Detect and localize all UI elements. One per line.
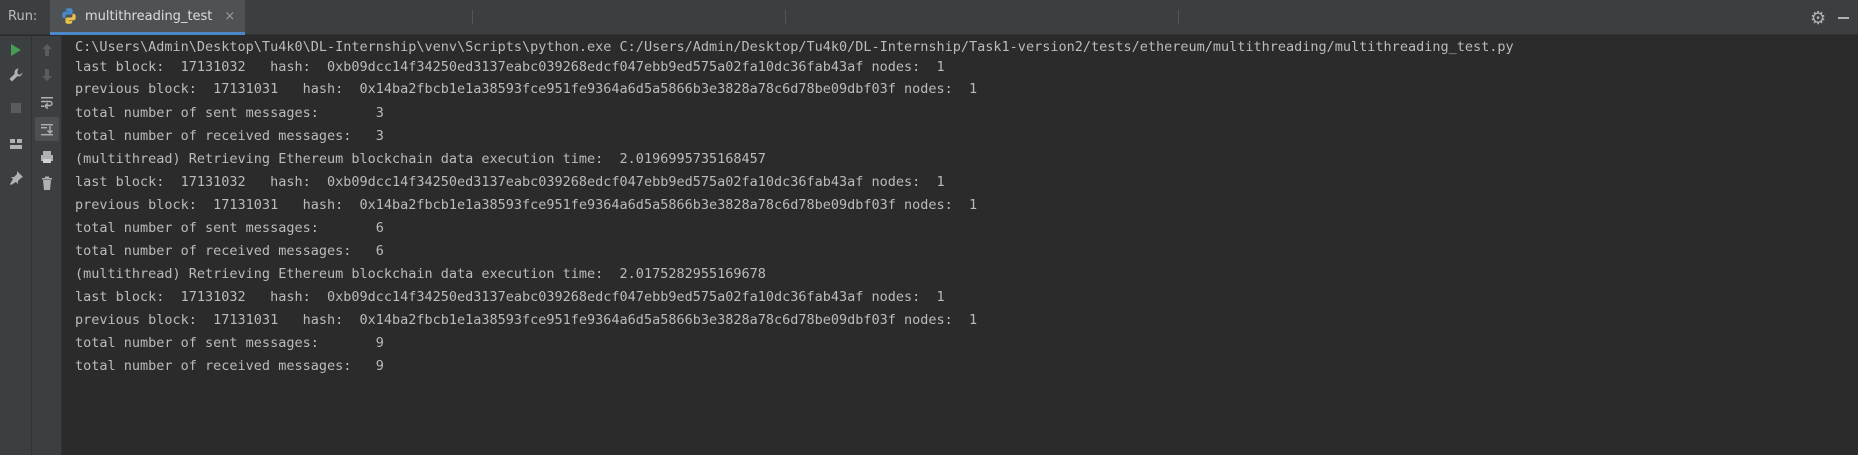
console-line: last block: 17131032 hash: 0xb09dcc14f34… [75,289,945,305]
console-line: total number of received messages: 3 [75,128,384,144]
console-line: total number of received messages: 6 [75,243,384,259]
run-label: Run: [8,9,38,24]
console-line: total number of sent messages: 6 [75,220,384,236]
console-output[interactable]: C:\Users\Admin\Desktop\Tu4k0\DL-Internsh… [63,36,1858,455]
console-line: (multithread) Retrieving Ethereum blockc… [75,151,766,167]
gear-icon[interactable]: ⚙ [1810,8,1826,29]
soft-wrap-icon[interactable] [35,90,59,114]
stop-icon[interactable] [4,96,28,120]
settings-wrench-icon[interactable] [4,63,28,87]
python-icon [62,8,76,24]
divider [1178,10,1179,24]
trash-icon[interactable] [35,171,59,195]
run-toolbar-left [0,36,32,455]
divider [785,10,786,24]
console-line: previous block: 17131031 hash: 0x14ba2fb… [75,197,978,213]
tab-label: multithreading_test [85,8,213,24]
console-line: previous block: 17131031 hash: 0x14ba2fb… [75,312,978,328]
close-icon[interactable]: × [224,9,235,24]
console-line: last block: 17131032 hash: 0xb09dcc14f34… [75,59,945,75]
arrow-down-icon[interactable] [35,63,59,87]
console-line: last block: 17131032 hash: 0xb09dcc14f34… [75,174,945,190]
console-line: previous block: 17131031 hash: 0x14ba2fb… [75,81,978,97]
tab-multithreading-test[interactable]: multithreading_test × [50,0,245,35]
layout-icon[interactable] [4,132,28,156]
console-line: total number of sent messages: 3 [75,105,384,121]
pin-icon[interactable] [4,166,28,190]
minimize-icon[interactable] [1838,17,1849,19]
console-line: (multithread) Retrieving Ethereum blockc… [75,266,766,282]
arrow-up-icon[interactable] [35,38,59,62]
vertical-scrollbar[interactable] [1850,36,1858,455]
run-toolbar-right [32,36,62,455]
divider [472,10,473,24]
rerun-icon[interactable] [4,38,28,62]
console-line: total number of received messages: 9 [75,358,384,374]
print-icon[interactable] [35,145,59,169]
run-toolwindow-header: Run: multithreading_test × ⚙ [0,0,1858,35]
scroll-to-end-icon[interactable] [35,117,59,141]
console-line: total number of sent messages: 9 [75,335,384,351]
